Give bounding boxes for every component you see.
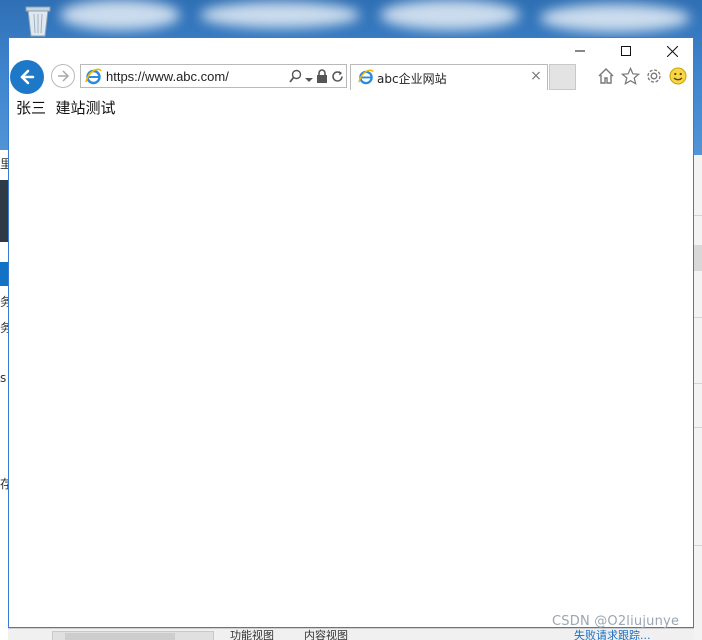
arrow-left-icon	[20, 69, 35, 85]
home-icon[interactable]	[596, 66, 616, 86]
csdn-watermark: CSDN @O2liujunye	[552, 614, 680, 629]
close-icon	[666, 45, 678, 57]
dropdown-arrow-icon[interactable]	[305, 68, 313, 87]
lock-icon[interactable]	[316, 68, 328, 87]
forward-button[interactable]	[51, 64, 75, 88]
horizontal-scrollbar[interactable]	[52, 631, 214, 640]
ie-logo-icon	[85, 68, 102, 89]
page-body-text: 张三 建站测试	[16, 99, 116, 117]
refresh-icon[interactable]	[331, 68, 344, 87]
maximize-icon	[621, 46, 631, 56]
background-glyph: s	[0, 371, 7, 385]
url-text[interactable]: https://www.abc.com/	[106, 69, 229, 84]
content-view-tab[interactable]: 内容视图	[304, 629, 348, 640]
settings-gear-icon[interactable]	[644, 66, 664, 86]
minimize-icon	[575, 50, 585, 52]
tab-abc-site[interactable]: abc企业网站 ×	[350, 64, 548, 90]
address-bar[interactable]: https://www.abc.com/	[80, 64, 347, 88]
favorites-star-icon[interactable]	[620, 66, 640, 86]
ie-logo-icon	[358, 69, 374, 89]
features-view-tab[interactable]: 功能视图	[230, 629, 274, 640]
navigation-toolbar: https://www.abc.com/ abc企业网站 ×	[9, 60, 693, 94]
tab-close-icon[interactable]: ×	[529, 68, 543, 84]
tab-title: abc企业网站	[377, 72, 447, 86]
recycle-bin-icon[interactable]	[18, 4, 58, 38]
background-window-bottom: 功能视图 内容视图 失败请求跟踪...	[8, 628, 694, 640]
browser-window: https://www.abc.com/ abc企业网站 × 张三 建站测试	[8, 37, 694, 628]
arrow-right-icon	[58, 70, 70, 82]
page-content: 张三 建站测试	[9, 96, 693, 627]
background-window-right-edge	[693, 155, 702, 640]
search-icon[interactable]	[289, 68, 302, 87]
back-button[interactable]	[10, 60, 44, 94]
new-tab-button[interactable]	[549, 64, 576, 90]
failed-request-tracing-link[interactable]: 失败请求跟踪...	[574, 629, 651, 640]
feedback-smiley-icon[interactable]	[668, 66, 688, 86]
